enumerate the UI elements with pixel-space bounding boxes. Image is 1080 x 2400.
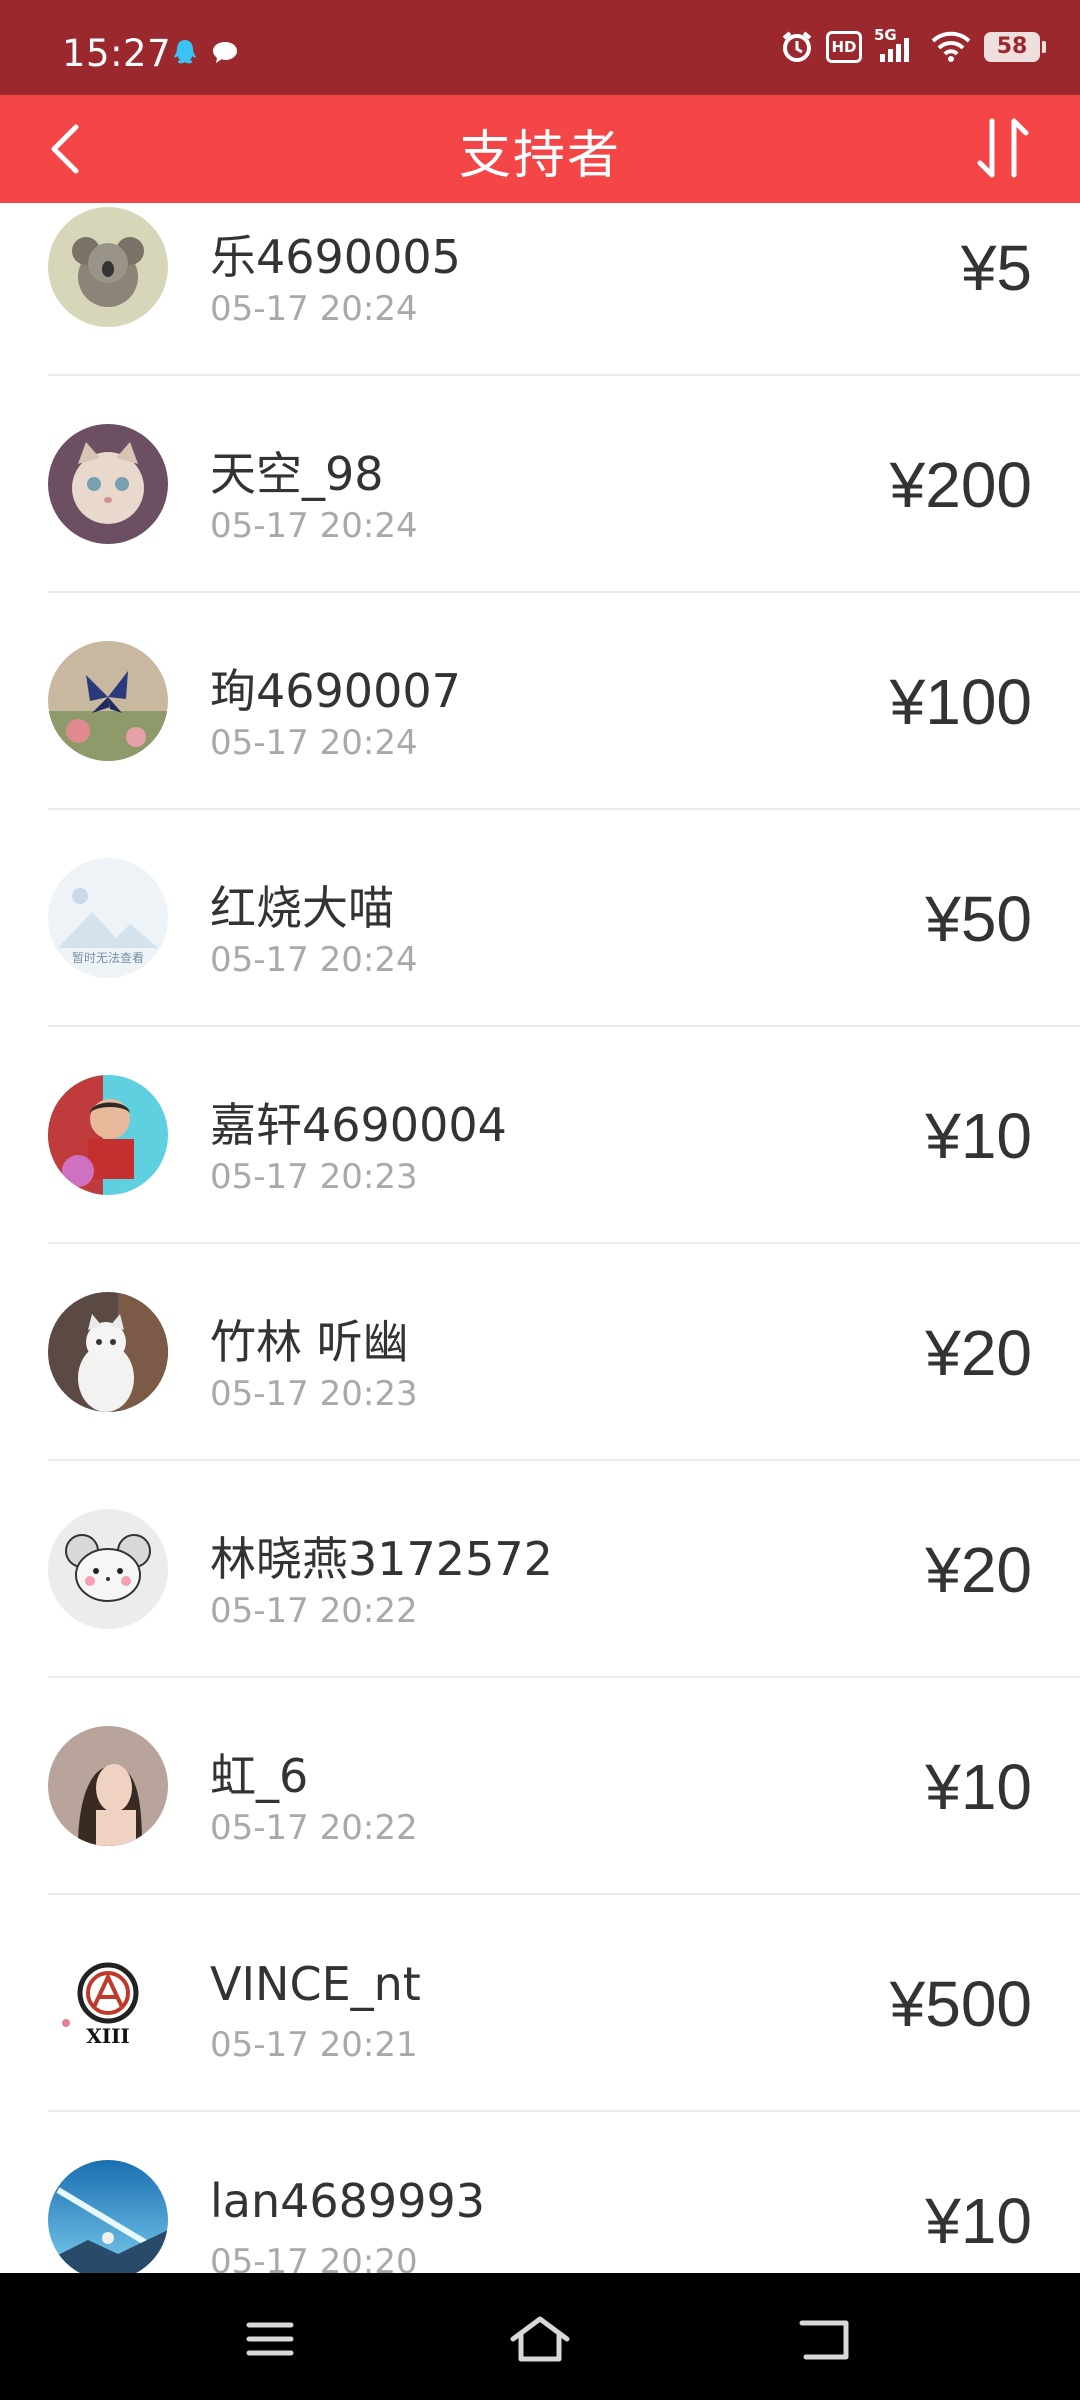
supporter-row[interactable]: 林晓燕3172572 05-17 20:22 ¥20 xyxy=(48,1461,1080,1678)
status-left-icons xyxy=(172,38,240,68)
status-right-icons: HD 5G 58 xyxy=(780,26,1046,64)
sort-button[interactable] xyxy=(968,109,1040,189)
avatar[interactable]: 暂时无法查看 xyxy=(48,858,168,978)
back-arrow-icon xyxy=(799,2320,849,2360)
koala-avatar-image xyxy=(48,207,168,327)
placeholder-avatar-image: 暂时无法查看 xyxy=(48,858,168,978)
emblem-label: XIII xyxy=(86,2024,130,2048)
support-time: 05-17 20:24 xyxy=(210,940,418,980)
supporter-name: 虹_6 xyxy=(210,1749,309,1803)
supporter-row[interactable]: 乐4690005 05-17 20:24 ¥5 xyxy=(48,203,1080,376)
support-amount: ¥10 xyxy=(925,1100,1032,1172)
home-icon xyxy=(510,2316,570,2362)
avatar[interactable] xyxy=(48,1075,168,1195)
avatar[interactable] xyxy=(48,1726,168,1846)
mouse-avatar-image xyxy=(48,1509,168,1629)
butterfly-avatar-image xyxy=(48,641,168,761)
supporter-row[interactable]: lan4689993 05-17 20:20 ¥10 xyxy=(48,2112,1080,2273)
supporter-name: 嘉轩4690004 xyxy=(210,1098,507,1152)
wifi-icon xyxy=(930,31,972,63)
support-time: 05-17 20:22 xyxy=(210,1591,418,1631)
support-amount: ¥500 xyxy=(889,1968,1032,2040)
qq-notification-icon xyxy=(172,38,198,68)
support-amount: ¥50 xyxy=(925,883,1032,955)
system-back-button[interactable] xyxy=(790,2311,860,2367)
kitten-avatar-image xyxy=(48,424,168,544)
avatar[interactable]: XIII xyxy=(48,1943,168,2063)
support-amount: ¥100 xyxy=(889,666,1032,738)
network-type-label: 5G xyxy=(874,26,897,44)
battery-icon: 58 xyxy=(984,32,1046,62)
alarm-icon xyxy=(780,30,814,64)
page-title: 支持者 xyxy=(458,126,621,186)
support-time: 05-17 20:23 xyxy=(210,1157,418,1197)
support-time: 05-17 20:23 xyxy=(210,1374,418,1414)
home-button[interactable] xyxy=(505,2311,575,2367)
supporter-name: 乐4690005 xyxy=(210,230,461,284)
menu-icon xyxy=(246,2322,294,2356)
support-time: 05-17 20:24 xyxy=(210,723,418,763)
app-bar: 支持者 xyxy=(0,95,1080,203)
recent-apps-button[interactable] xyxy=(235,2311,305,2367)
avatar[interactable] xyxy=(48,1509,168,1629)
signal-icon: 5G xyxy=(874,26,918,64)
supporter-row[interactable]: 嘉轩4690004 05-17 20:23 ¥10 xyxy=(48,1027,1080,1244)
supporter-row[interactable]: XIII VINCE_nt 05-17 20:21 ¥500 xyxy=(48,1895,1080,2112)
supporter-name: 林晓燕3172572 xyxy=(210,1532,553,1586)
support-amount: ¥5 xyxy=(960,232,1032,304)
white-cat-avatar-image xyxy=(48,1292,168,1412)
system-nav-bar xyxy=(0,2273,1080,2400)
support-amount: ¥200 xyxy=(889,449,1032,521)
support-amount: ¥20 xyxy=(925,1534,1032,1606)
support-time: 05-17 20:22 xyxy=(210,1808,418,1848)
anime-sky-avatar-image xyxy=(48,2160,168,2273)
avatar[interactable] xyxy=(48,1292,168,1412)
hd-icon: HD xyxy=(826,31,862,63)
avatar[interactable] xyxy=(48,2160,168,2273)
supporter-name: VINCE_nt xyxy=(210,1957,421,2011)
supporter-list[interactable]: 乐4690005 05-17 20:24 ¥5 天空_98 05-17 20:2… xyxy=(0,203,1080,2273)
support-time: 05-17 20:20 xyxy=(210,2242,418,2273)
support-time: 05-17 20:21 xyxy=(210,2025,418,2065)
supporter-list-content: 乐4690005 05-17 20:24 ¥5 天空_98 05-17 20:2… xyxy=(0,203,1080,2273)
supporter-row[interactable]: 暂时无法查看 红烧大喵 05-17 20:24 ¥50 xyxy=(48,810,1080,1027)
supporter-row[interactable]: 天空_98 05-17 20:24 ¥200 xyxy=(48,376,1080,593)
message-icon xyxy=(210,38,240,68)
support-time: 05-17 20:24 xyxy=(210,289,418,329)
placeholder-caption: 暂时无法查看 xyxy=(72,951,144,965)
supporter-row[interactable]: 竹林 听幽 05-17 20:23 ¥20 xyxy=(48,1244,1080,1461)
supporter-row[interactable]: 珣4690007 05-17 20:24 ¥100 xyxy=(48,593,1080,810)
sort-icon xyxy=(977,118,1029,178)
avatar[interactable] xyxy=(48,641,168,761)
supporter-name: 珣4690007 xyxy=(210,664,461,718)
supporter-name: lan4689993 xyxy=(210,2174,485,2228)
support-time: 05-17 20:24 xyxy=(210,506,418,546)
status-time: 15:27 xyxy=(62,32,172,75)
supporter-name: 红烧大喵 xyxy=(210,881,394,935)
avatar[interactable] xyxy=(48,207,168,327)
child-avatar-image xyxy=(48,1075,168,1195)
avatar[interactable] xyxy=(48,424,168,544)
support-amount: ¥10 xyxy=(925,1751,1032,1823)
supporter-row[interactable]: 虹_6 05-17 20:22 ¥10 xyxy=(48,1678,1080,1895)
support-amount: ¥10 xyxy=(925,2185,1032,2257)
supporter-name: 竹林 听幽 xyxy=(210,1315,409,1369)
status-bar: 15:27 HD 5G 58 xyxy=(0,0,1080,95)
woman-portrait-avatar-image xyxy=(48,1726,168,1846)
supporter-name: 天空_98 xyxy=(210,447,384,501)
emblem-avatar-image: XIII xyxy=(48,1943,168,2063)
support-amount: ¥20 xyxy=(925,1317,1032,1389)
